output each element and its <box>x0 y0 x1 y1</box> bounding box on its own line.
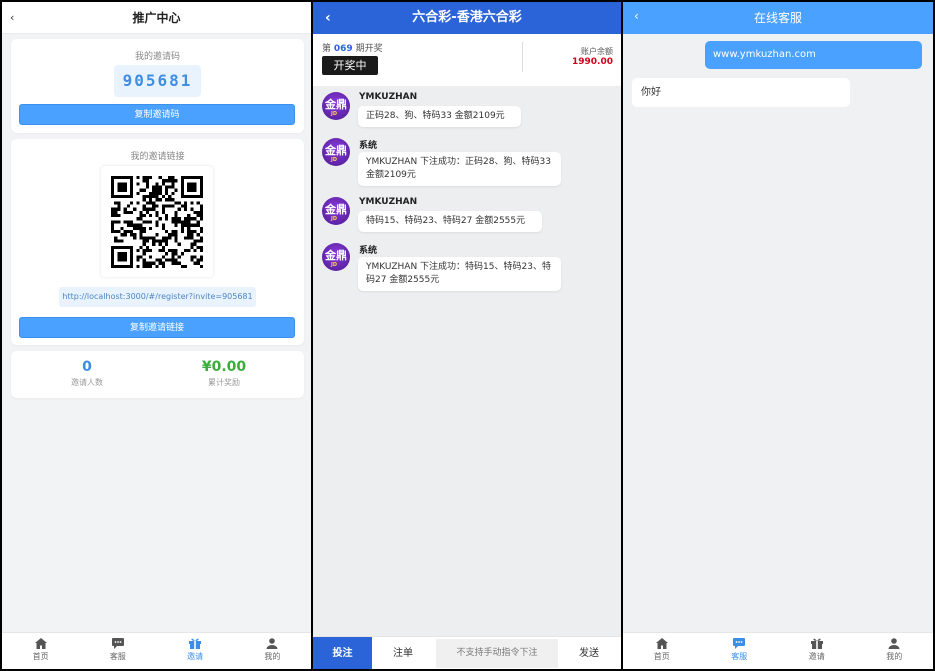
copy-code-button[interactable]: 复制邀请码 <box>19 104 295 125</box>
chat-icon <box>111 638 124 649</box>
tab-profile-label: 我的 <box>886 652 903 661</box>
period-number: 069 <box>333 44 353 54</box>
tab-home-label: 首页 <box>32 652 49 661</box>
avatar: 金鼎 JD <box>322 197 350 225</box>
user-icon <box>888 638 900 649</box>
back-icon[interactable]: ‹ <box>634 2 639 32</box>
send-button[interactable]: 发送 <box>579 637 599 669</box>
sender-name: YMKUZHAN <box>359 92 418 102</box>
back-icon[interactable]: ‹ <box>10 2 14 34</box>
promo-screen: ‹ 推广中心 我的邀请码 905681 复制邀请码 我的邀请链接 http://… <box>2 2 311 669</box>
balance-label: 账户余额 <box>581 47 613 56</box>
tab-support-label: 客服 <box>731 652 748 661</box>
tab-profile[interactable]: 我的 <box>234 633 311 669</box>
invite-code-label: 我的邀请码 <box>134 52 180 62</box>
invite-link[interactable]: http://localhost:3000/#/register?invite=… <box>59 287 256 307</box>
tab-support[interactable]: 客服 <box>701 633 779 669</box>
balance-value: 1990.00 <box>572 57 613 67</box>
page-title: 在线客服 <box>753 11 802 25</box>
period-suffix: 期开奖 <box>355 44 383 54</box>
reward-label: 累计奖励 <box>208 378 240 387</box>
avatar-sub: JD <box>331 111 338 117</box>
avatar-text: 金鼎 <box>325 144 347 157</box>
avatar-sub: JD <box>331 262 338 268</box>
message-bubble: YMKUZHAN 下注成功：特码15、特码23、特码27 金额2555元 <box>358 257 561 291</box>
lottery-screen: ‹ 六合彩-香港六合彩 第 069 期开奖 开奖中 账户余额 1990.00 金… <box>313 2 621 669</box>
message-bubble: 特码15、特码23、特码27 金额2555元 <box>358 211 542 232</box>
qr-code-icon <box>111 176 203 268</box>
avatar: 金鼎 JD <box>322 243 350 271</box>
tab-invite[interactable]: 邀请 <box>778 633 856 669</box>
tab-support-label: 客服 <box>109 652 126 661</box>
user-message-bubble: www.ymkuzhan.com <box>705 41 922 69</box>
invite-link-label: 我的邀请链接 <box>130 152 185 162</box>
avatar-sub: JD <box>331 216 338 222</box>
avatar-text: 金鼎 <box>325 203 347 216</box>
period-info: 第 069 期开奖 <box>322 41 383 54</box>
invite-link-card: 我的邀请链接 http://localhost:3000/#/register?… <box>11 139 304 345</box>
avatar: 金鼎 JD <box>322 138 350 166</box>
screenshot-stage: ‹ 推广中心 我的邀请码 905681 复制邀请码 我的邀请链接 http://… <box>0 0 935 671</box>
qr-code <box>101 166 213 277</box>
support-header: ‹ 在线客服 <box>623 2 933 34</box>
copy-link-button[interactable]: 复制邀请链接 <box>19 317 295 338</box>
avatar-text: 金鼎 <box>325 249 347 262</box>
lottery-header: ‹ 六合彩-香港六合彩 <box>313 2 621 34</box>
tab-profile[interactable]: 我的 <box>856 633 934 669</box>
divider <box>522 42 523 72</box>
page-title: 推广中心 <box>132 11 181 25</box>
home-icon <box>34 638 47 649</box>
avatar-text: 金鼎 <box>325 98 347 111</box>
bottom-tabbar: 首页 客服 邀请 我的 <box>623 632 933 669</box>
draw-status-badge: 开奖中 <box>322 56 378 75</box>
invited-count: 0 <box>82 359 92 375</box>
gift-icon <box>189 638 202 649</box>
bet-button[interactable]: 投注 <box>313 637 372 669</box>
orders-button[interactable]: 注单 <box>393 637 413 669</box>
avatar: 金鼎 JD <box>322 92 350 120</box>
tab-home[interactable]: 首页 <box>623 633 701 669</box>
tab-profile-label: 我的 <box>264 652 281 661</box>
gift-icon <box>810 638 823 649</box>
back-icon[interactable]: ‹ <box>325 2 331 34</box>
bottom-tabbar: 首页 客服 邀请 我的 <box>2 632 311 669</box>
tab-invite[interactable]: 邀请 <box>157 633 234 669</box>
invited-count-stat: 0 邀请人数 <box>27 359 147 388</box>
command-input[interactable]: 不支持手动指令下注 <box>436 639 558 668</box>
support-screen: ‹ 在线客服 www.ymkuzhan.com 你好 首页 客服 邀请 我的 <box>623 2 933 669</box>
tab-invite-label: 邀请 <box>187 652 204 661</box>
tab-home-label: 首页 <box>653 652 670 661</box>
invite-code-value: 905681 <box>114 65 201 97</box>
reward-total: ¥0.00 <box>201 359 247 375</box>
invite-stats-card: 0 邀请人数 ¥0.00 累计奖励 <box>11 351 304 398</box>
sender-name: YMKUZHAN <box>359 197 418 207</box>
invite-code-card: 我的邀请码 905681 复制邀请码 <box>11 39 304 133</box>
user-icon <box>266 638 278 649</box>
promo-header: ‹ 推广中心 <box>2 2 311 34</box>
reward-stat: ¥0.00 累计奖励 <box>164 359 284 388</box>
chat-icon <box>733 638 746 649</box>
bet-toolbar: 投注 注单 不支持手动指令下注 发送 <box>313 636 621 669</box>
message-bubble: 正码28、狗、特码33 金额2109元 <box>358 106 521 127</box>
tab-support[interactable]: 客服 <box>79 633 156 669</box>
page-title: 六合彩-香港六合彩 <box>412 10 522 25</box>
avatar-sub: JD <box>331 157 338 163</box>
tab-invite-label: 邀请 <box>808 652 825 661</box>
draw-info-bar: 第 069 期开奖 开奖中 账户余额 1990.00 <box>313 34 621 86</box>
period-prefix: 第 <box>322 44 332 54</box>
tab-home[interactable]: 首页 <box>2 633 79 669</box>
message-bubble: YMKUZHAN 下注成功：正码28、狗、特码33 金额2109元 <box>358 152 561 186</box>
sender-name: 系统 <box>359 246 378 256</box>
home-icon <box>655 638 668 649</box>
agent-message-bubble: 你好 <box>632 78 850 107</box>
invited-label: 邀请人数 <box>71 378 103 387</box>
sender-name: 系统 <box>359 141 378 151</box>
